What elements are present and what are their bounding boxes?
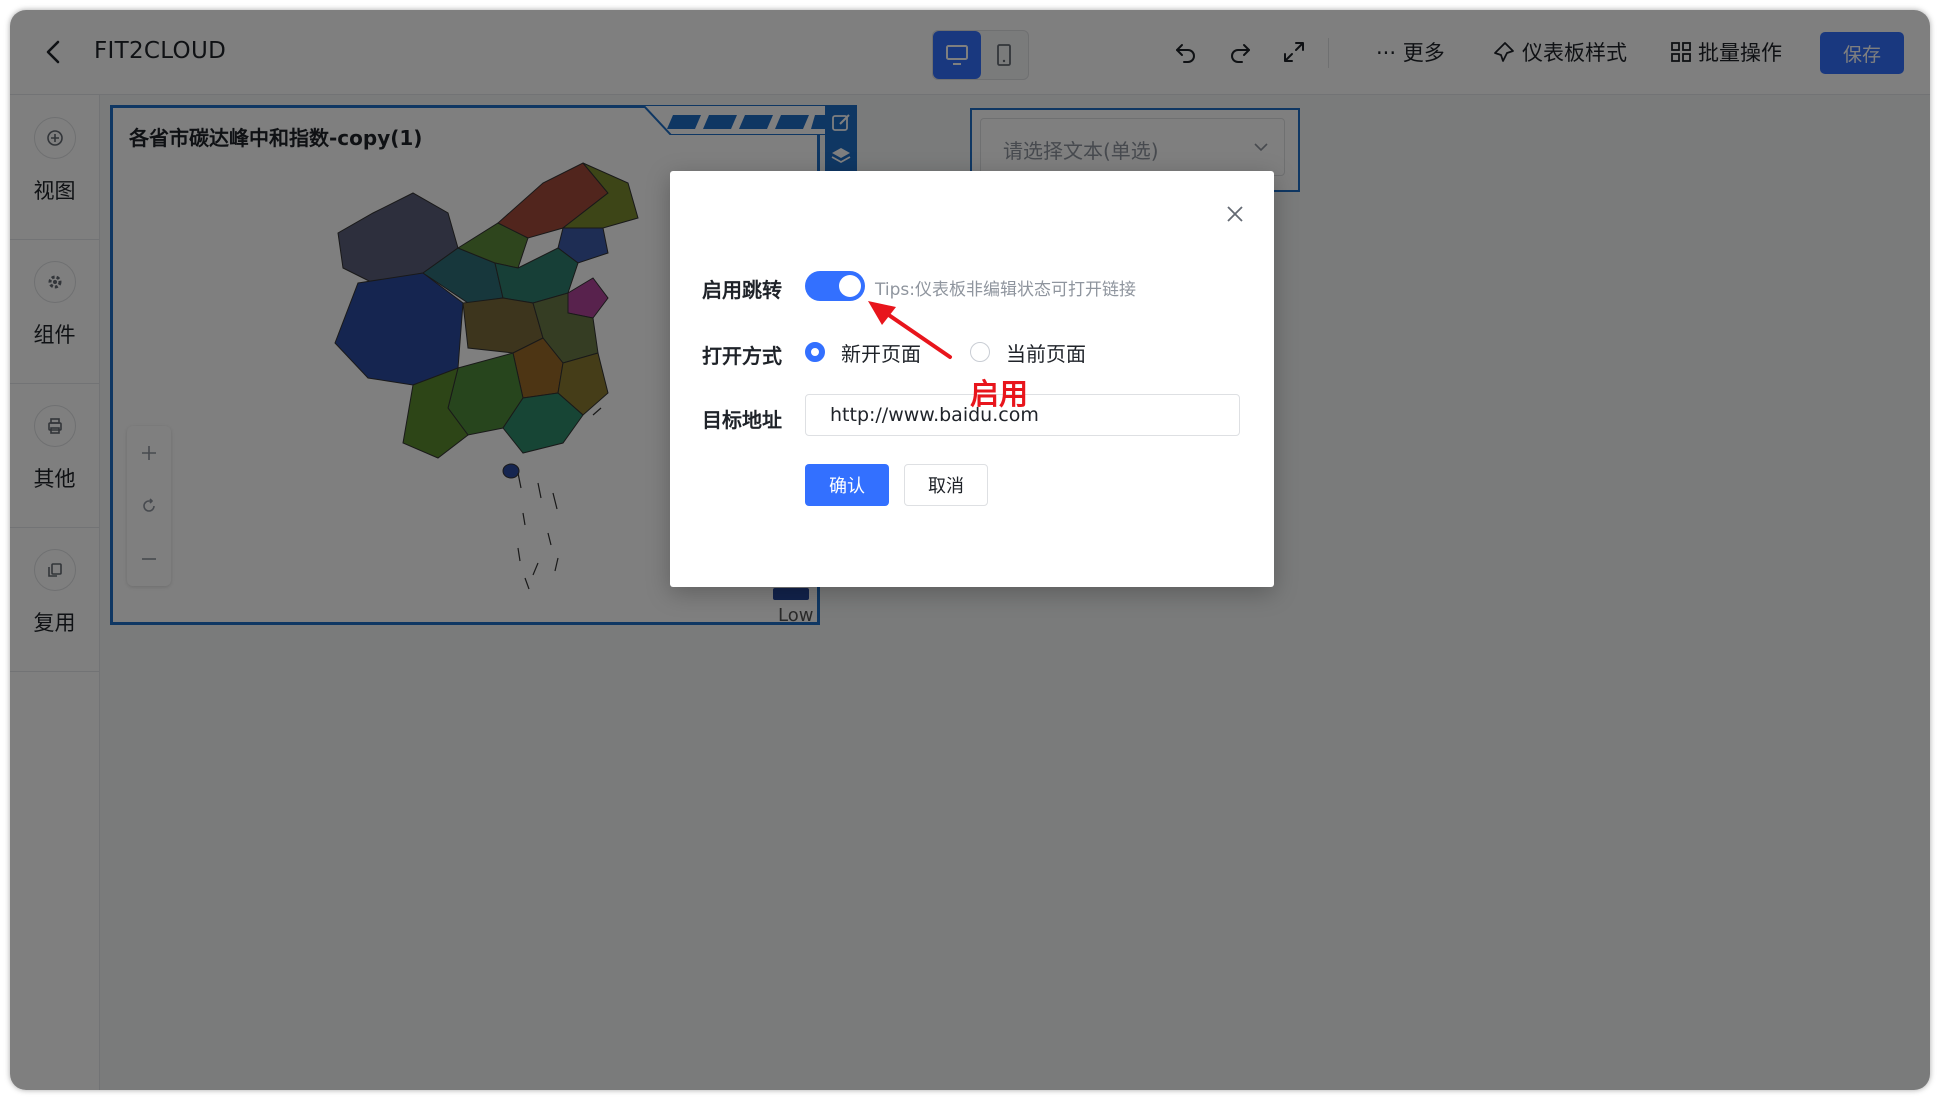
switch-knob [839, 275, 861, 297]
target-url-label: 目标地址 [702, 408, 782, 432]
cancel-button[interactable]: 取消 [904, 464, 988, 506]
annotation-label: 启用 [970, 377, 1029, 411]
radio-current-page[interactable] [970, 342, 990, 362]
app-window: FIT2CLOUD ··· 更多 仪表板样式 批量操作 [10, 10, 1930, 1090]
radio-new-page[interactable] [805, 342, 825, 362]
jump-settings-dialog: 启用跳转 Tips:仪表板非编辑状态可打开链接 打开方式 新开页面 当前页面 目… [670, 171, 1274, 587]
enable-jump-switch[interactable] [805, 271, 865, 301]
annotation-arrow [868, 301, 952, 359]
confirm-button[interactable]: 确认 [805, 464, 889, 506]
radio-current-page-label[interactable]: 当前页面 [1006, 338, 1086, 367]
enable-jump-label: 启用跳转 [702, 278, 782, 302]
close-icon[interactable] [1222, 201, 1248, 227]
open-mode-label: 打开方式 [702, 344, 782, 368]
tips-text: Tips:仪表板非编辑状态可打开链接 [875, 280, 1136, 300]
